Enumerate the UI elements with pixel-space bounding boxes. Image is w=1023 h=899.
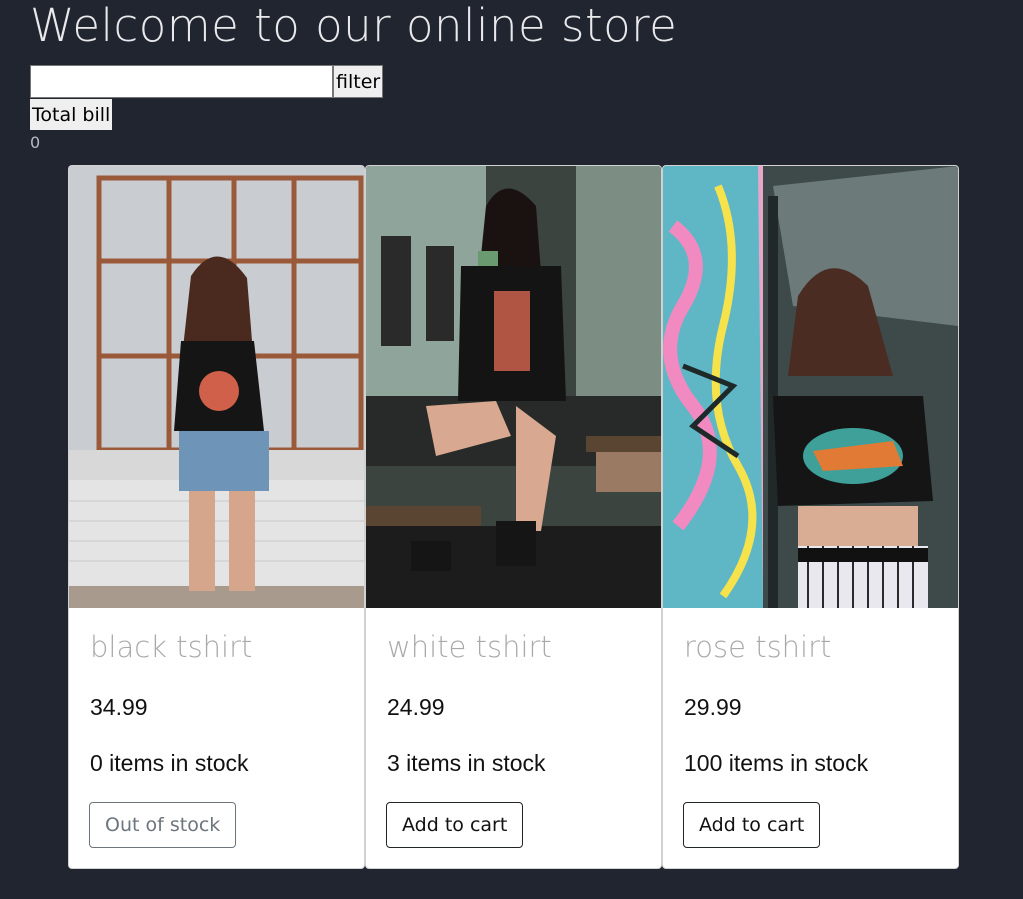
filter-input[interactable]: [30, 65, 333, 98]
product-stock: 100 items in stock: [684, 750, 869, 776]
product-name: rose tshirt: [684, 630, 832, 664]
product-name: white tshirt: [387, 630, 552, 664]
total-bill-value: 0: [30, 133, 41, 152]
total-bill-button[interactable]: Total bill: [30, 99, 113, 130]
page-title: Welcome to our online store: [30, 0, 678, 52]
product-name: black tshirt: [90, 630, 253, 664]
product-stock: 3 items in stock: [387, 750, 546, 776]
product-card: white tshirt 24.99 3 items in stock Add …: [365, 165, 662, 869]
product-photo: [663, 166, 958, 608]
store-page: Welcome to our online store filter Total…: [0, 0, 1023, 899]
add-to-cart-button[interactable]: Add to cart: [386, 802, 524, 848]
product-stock: 0 items in stock: [90, 750, 249, 776]
product-price: 24.99: [387, 694, 445, 720]
product-card: black tshirt 34.99 0 items in stock Out …: [68, 165, 365, 869]
product-card: rose tshirt 29.99 100 items in stock Add…: [662, 165, 959, 869]
product-photo: [69, 166, 364, 608]
product-price: 29.99: [684, 694, 742, 720]
product-price: 34.99: [90, 694, 148, 720]
add-to-cart-button[interactable]: Add to cart: [683, 802, 821, 848]
product-photo: [366, 166, 661, 608]
out-of-stock-button[interactable]: Out of stock: [89, 802, 237, 848]
filter-bar: filter: [30, 65, 384, 98]
filter-button[interactable]: filter: [333, 65, 384, 98]
